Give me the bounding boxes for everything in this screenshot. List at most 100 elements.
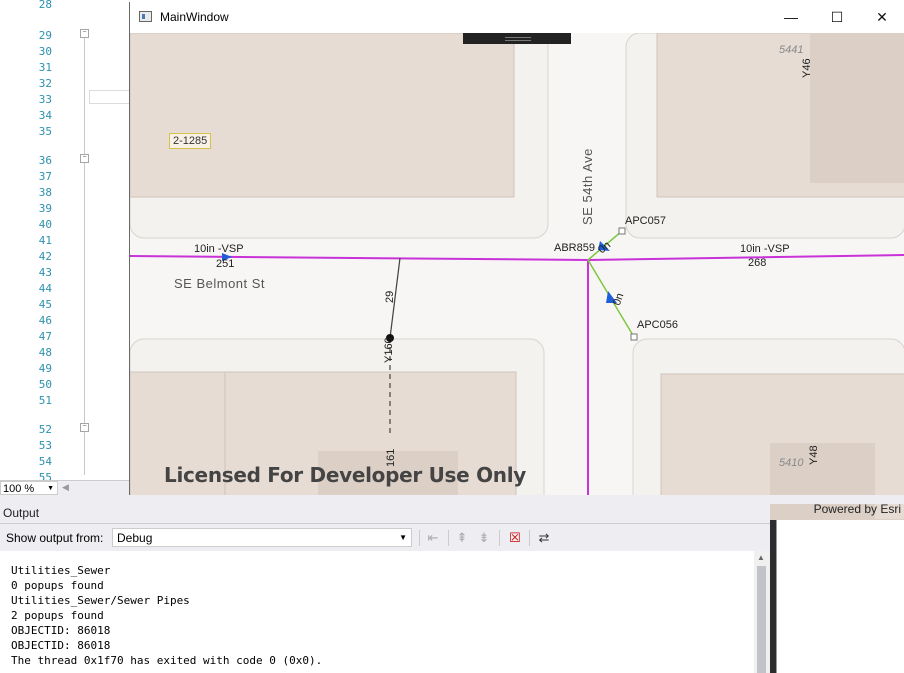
building [810,33,904,183]
collapse-icon[interactable]: − [80,154,89,163]
node-apc057 [618,227,626,235]
toolbar-separator [419,530,420,546]
side-panel [770,520,904,673]
house-number: 5441 [779,44,804,56]
find-message-icon[interactable]: ⇤ [424,529,442,547]
pipe-id-label: 268 [748,257,767,269]
street-label-54th: SE 54th Ave [580,148,595,225]
output-line: 0 popups found [11,579,104,592]
line-number: 37 [38,170,52,183]
node-apc056 [630,333,638,341]
line-number: 35 [38,125,52,138]
line-number: 41 [38,234,52,247]
line-number: 34 [38,109,52,122]
output-line: OBJECTID: 86018 [11,624,111,637]
line-number: 49 [38,362,52,375]
street-label-belmont: SE Belmont St [174,276,266,291]
building [130,33,515,198]
line-number: 48 [38,346,52,359]
line-number: 52 [38,423,52,436]
line-number: 44 [38,282,52,295]
line-number: 30 [38,45,52,58]
output-line: Utilities_Sewer/Sewer Pipes [11,594,190,607]
output-line: The thread 0x1f70 has exited with code 0… [11,654,323,667]
lateral-label: 29 [384,290,396,303]
line-number: 54 [38,455,52,468]
sewer-main-belmont [130,254,904,262]
output-log: Utilities_Sewer 0 popups found Utilities_S… [0,551,754,668]
app-window-icon [139,11,152,22]
pipe-id-label: 251 [216,258,235,270]
editor-zoom-bar: 100 % ▼ ◀ [0,480,130,496]
esri-attribution[interactable]: Powered by Esri [814,502,901,516]
minimize-button[interactable]: — [768,2,814,33]
output-source-value: Debug [117,531,153,545]
collapse-icon[interactable]: − [80,423,89,432]
prev-message-icon[interactable]: ⇞ [453,529,471,547]
maximize-icon: ☐ [830,9,844,25]
scrollbar-thumb[interactable] [757,566,766,673]
line-number: 45 [38,298,52,311]
output-scrollbar[interactable]: ▲ [754,551,770,673]
next-message-icon[interactable]: ⇟ [475,529,493,547]
toolbar-separator [499,530,500,546]
line-number: 36 [38,154,52,167]
license-watermark: Licensed For Developer Use Only [164,463,526,487]
map-view[interactable]: SE Belmont St SE 54th Ave 2-1285 10in -V… [130,33,904,520]
line-number: 33 [38,93,52,106]
toolbar-separator [448,530,449,546]
line-number: 39 [38,202,52,215]
line-number: 53 [38,439,52,452]
line-number: 29 [38,29,52,42]
line-number: 38 [38,186,52,199]
line-number: 47 [38,330,52,343]
scroll-left-icon[interactable]: ◀ [62,482,69,493]
output-line: 2 popups found [11,609,104,622]
node-label-abr859: ABR859 [554,242,595,254]
panel-splitter[interactable] [0,495,904,504]
line-number: 43 [38,266,52,279]
toolbar-separator [529,530,530,546]
maximize-button[interactable]: ☐ [814,2,860,33]
output-line: OBJECTID: 86018 [11,639,111,652]
map-top-handle[interactable] [463,33,571,44]
minimize-icon: — [784,9,798,25]
current-line-highlight [89,90,130,104]
line-number-gutter: 28 29 30 31 32 33 34 35 36 37 38 39 40 41 42 43 44 45 46 47… [0,0,78,484]
chevron-down-icon: ▼ [399,533,407,542]
line-number: 32 [38,77,52,90]
chevron-down-icon: ▼ [47,485,54,492]
lateral-label: Y160 [383,337,395,363]
main-window: MainWindow — ☐ ✕ SE Belmont St SE 54th A… [129,2,904,520]
house-number: 5410 [779,457,804,469]
line-number: 40 [38,218,52,231]
node-label-apc057: APC057 [625,215,666,227]
house-code: Y48 [808,445,820,465]
output-line: Utilities_Sewer [11,564,111,577]
output-source-select[interactable]: Debug ▼ [112,528,412,547]
close-icon: ✕ [876,9,888,25]
output-text-area[interactable]: Utilities_Sewer 0 popups found Utilities_S… [0,551,754,673]
line-number: 42 [38,250,52,263]
window-titlebar[interactable]: MainWindow — ☐ ✕ [130,2,904,33]
word-wrap-icon[interactable]: ⇄ [535,529,553,547]
parcel-label: 2-1285 [169,133,212,149]
pipe-size-label: 10in -VSP [740,243,790,255]
show-output-label: Show output from: [6,531,104,545]
scroll-up-icon[interactable]: ▲ [757,553,765,562]
line-number: 28 [38,0,52,11]
line-number: 51 [38,394,52,407]
line-number: 31 [38,61,52,74]
clear-all-icon[interactable]: ☒ [506,529,524,547]
output-panel-title: Output [0,504,770,523]
line-number: 50 [38,378,52,391]
window-title: MainWindow [160,10,229,24]
close-button[interactable]: ✕ [859,2,904,33]
line-number: 46 [38,314,52,327]
zoom-select[interactable]: 100 % ▼ [0,481,58,495]
collapse-icon[interactable]: − [80,29,89,38]
output-toolbar: Show output from: Debug ▼ ⇤ ⇞ ⇟ ☒ ⇄ [0,523,770,551]
house-code: Y46 [801,58,813,78]
pipe-size-label: 10in -VSP [194,243,244,255]
zoom-value: 100 % [3,483,35,495]
